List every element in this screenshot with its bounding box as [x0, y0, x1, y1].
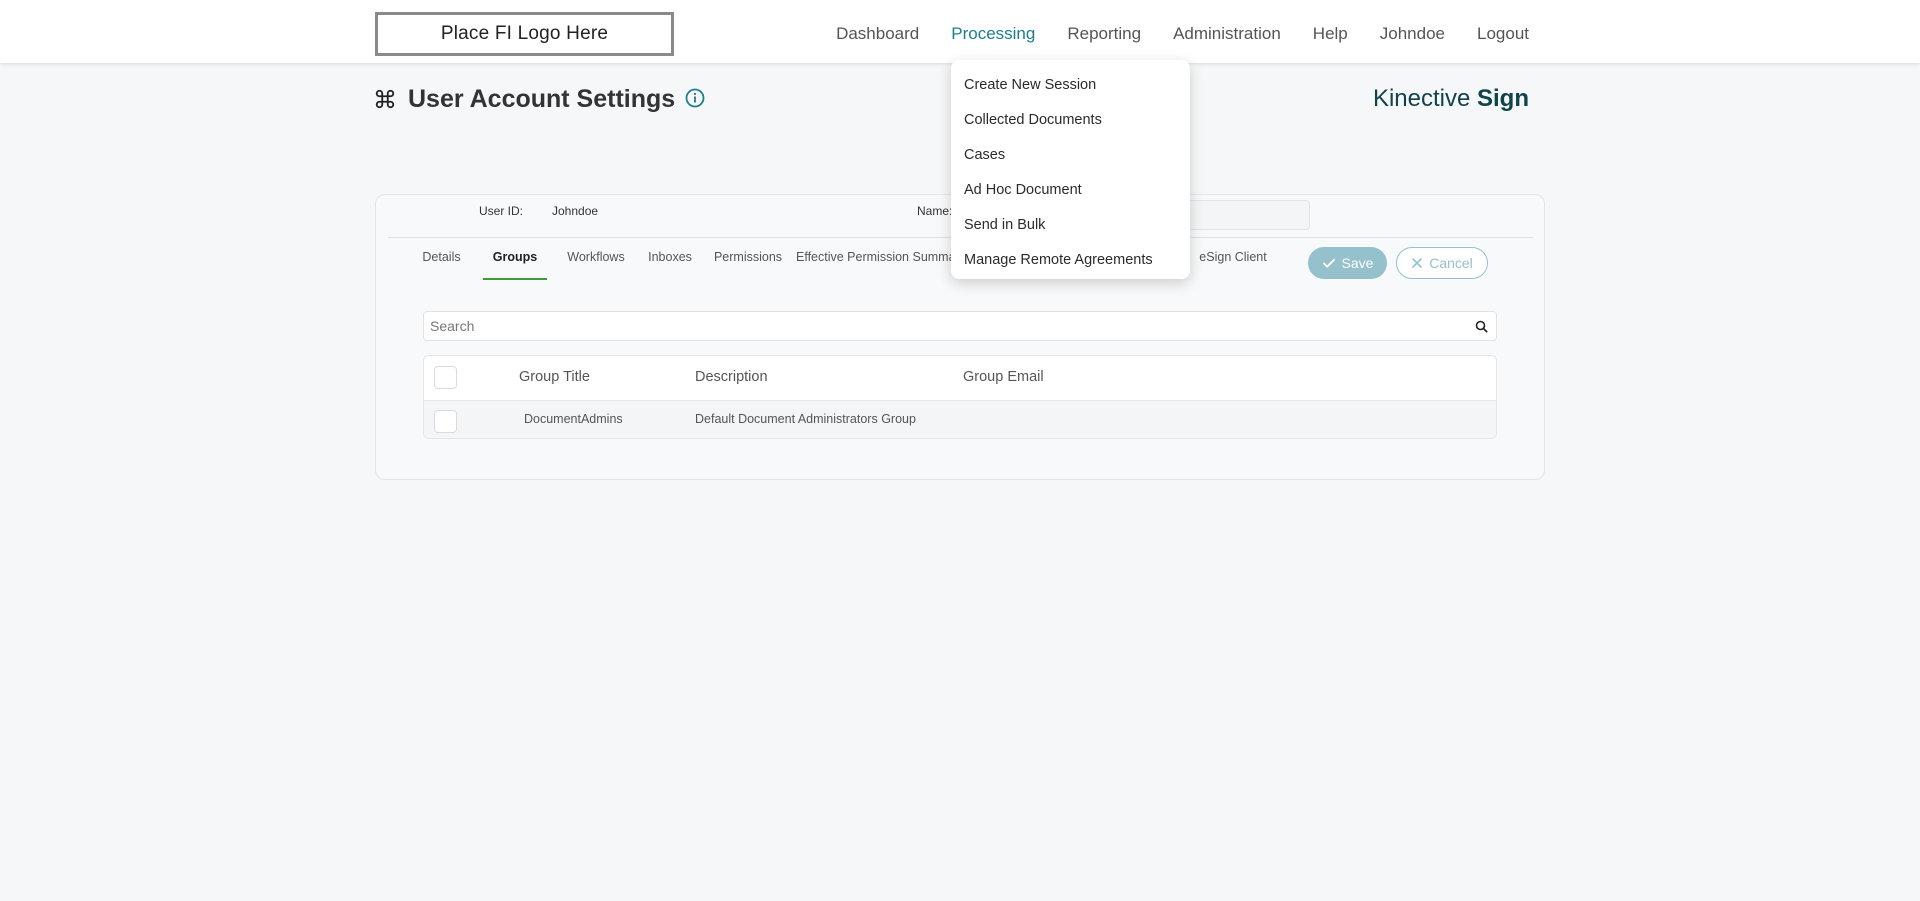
nav-user-menu[interactable]: Johndoe [1380, 24, 1445, 44]
cell-group-title: DocumentAdmins [524, 412, 623, 426]
logo-text: Place FI Logo Here [440, 23, 609, 44]
search-input[interactable] [424, 312, 1464, 340]
brand-logo: Kinective Sign [1373, 85, 1529, 113]
page-title-row: User Account Settings [374, 82, 705, 116]
menu-item-manage-remote-agreements[interactable]: Manage Remote Agreements [951, 243, 1190, 278]
main-nav: Dashboard Processing Reporting Administr… [804, 0, 1529, 68]
name-label: Name: [917, 204, 953, 218]
brand-name-light: Kinective [1372, 85, 1471, 112]
nav-dashboard[interactable]: Dashboard [836, 24, 919, 44]
tab-inboxes[interactable]: Inboxes [646, 238, 694, 280]
fi-logo-placeholder[interactable]: Place FI Logo Here [375, 12, 674, 56]
nav-help[interactable]: Help [1313, 24, 1348, 44]
table-header: Group Title Description Group Email [424, 356, 1496, 400]
top-navigation-bar: Place FI Logo Here Dashboard Processing … [0, 0, 1920, 63]
tab-workflows[interactable]: Workflows [564, 238, 628, 280]
nav-reporting[interactable]: Reporting [1067, 24, 1141, 44]
cancel-button[interactable]: Cancel [1396, 247, 1488, 279]
brand-name-bold: Sign [1477, 85, 1529, 112]
user-id-value: Johndoe [552, 204, 599, 218]
processing-dropdown-menu: Create New Session Collected Documents C… [951, 60, 1190, 279]
close-icon [1412, 258, 1423, 268]
tab-details[interactable]: Details [421, 238, 462, 280]
nav-processing[interactable]: Processing [951, 24, 1035, 44]
check-icon [1322, 258, 1335, 268]
info-icon[interactable] [685, 88, 705, 108]
cell-description: Default Document Administrators Group [695, 412, 916, 426]
table-row[interactable]: DocumentAdmins Default Document Administ… [424, 400, 1496, 438]
save-button[interactable]: Save [1308, 247, 1387, 279]
group-search [423, 311, 1497, 341]
column-header-group-email[interactable]: Group Email [963, 369, 1044, 385]
menu-item-send-in-bulk[interactable]: Send in Bulk [951, 208, 1190, 243]
page-title: User Account Settings [408, 84, 676, 113]
search-icon[interactable] [1475, 320, 1488, 333]
nav-logout[interactable]: Logout [1477, 24, 1529, 44]
save-label: Save [1341, 255, 1374, 271]
tab-permissions[interactable]: Permissions [711, 238, 785, 280]
groups-table: Group Title Description Group Email Docu… [423, 355, 1497, 439]
menu-item-ad-hoc-document[interactable]: Ad Hoc Document [951, 173, 1190, 208]
menu-item-create-new-session[interactable]: Create New Session [951, 68, 1190, 103]
menu-item-collected-documents[interactable]: Collected Documents [951, 103, 1190, 138]
cancel-label: Cancel [1429, 255, 1473, 271]
menu-item-cases[interactable]: Cases [951, 138, 1190, 173]
nav-administration[interactable]: Administration [1173, 24, 1281, 44]
column-header-description[interactable]: Description [695, 369, 768, 385]
command-icon [374, 88, 396, 110]
column-header-group-title[interactable]: Group Title [519, 369, 590, 385]
row-checkbox[interactable] [434, 410, 457, 433]
select-all-checkbox[interactable] [434, 366, 457, 389]
user-id-label: User ID: [479, 204, 524, 218]
tab-groups[interactable]: Groups [483, 238, 547, 280]
tab-esign-client[interactable]: eSign Client [1198, 238, 1268, 280]
